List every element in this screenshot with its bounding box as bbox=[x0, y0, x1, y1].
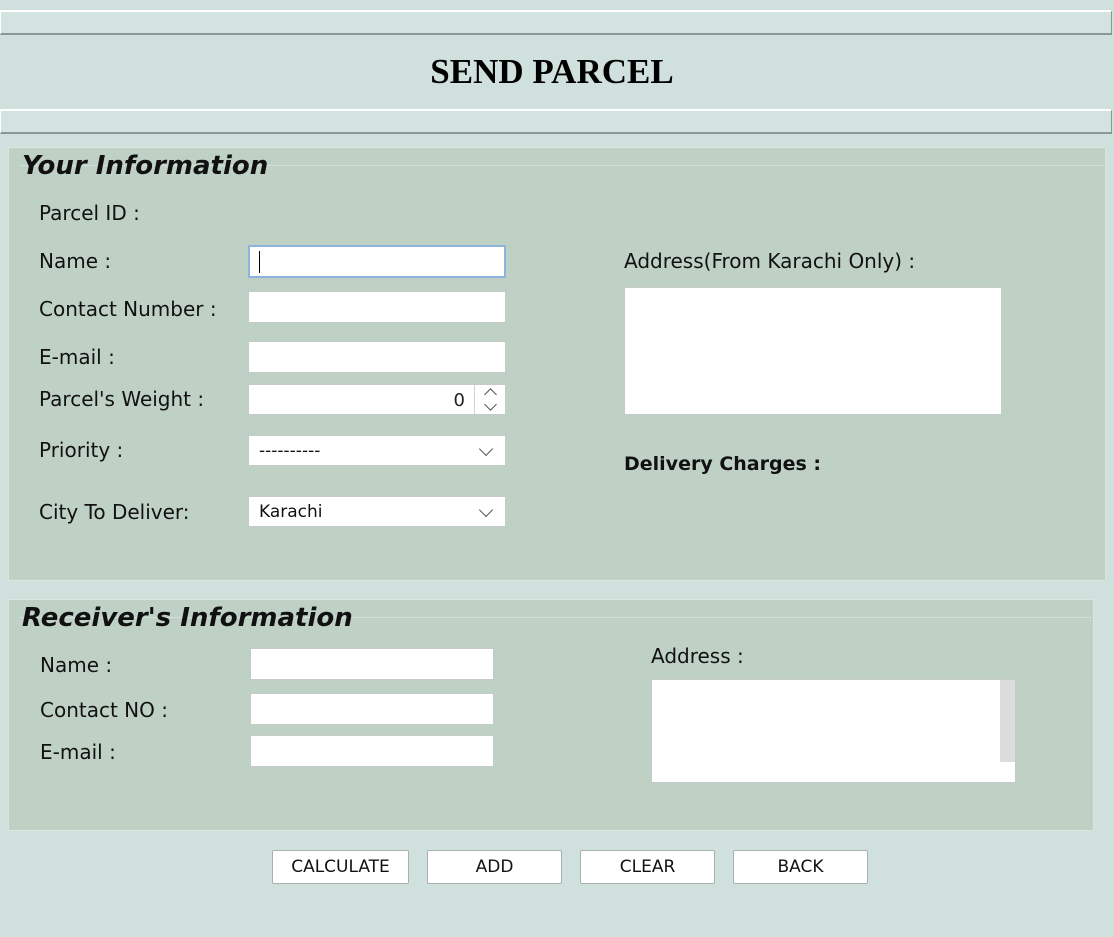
chevron-down-icon bbox=[478, 502, 494, 518]
calculate-button[interactable]: CALCULATE bbox=[272, 850, 409, 884]
sender-address-textarea[interactable] bbox=[624, 287, 1002, 415]
receiver-address-textarea[interactable] bbox=[651, 679, 1016, 783]
chevron-down-icon bbox=[478, 441, 494, 457]
receiver-address-label: Address : bbox=[651, 644, 744, 668]
sender-email-label: E-mail : bbox=[39, 345, 115, 369]
send-parcel-window: SEND PARCEL Your Information Parcel ID :… bbox=[0, 0, 1114, 937]
add-button[interactable]: ADD bbox=[427, 850, 562, 884]
city-label: City To Deliver: bbox=[39, 500, 190, 524]
text-cursor bbox=[259, 251, 260, 273]
receiver-email-input[interactable] bbox=[250, 735, 494, 767]
back-button[interactable]: BACK bbox=[733, 850, 868, 884]
parcel-weight-label: Parcel's Weight : bbox=[39, 387, 205, 411]
page-title: SEND PARCEL bbox=[430, 52, 674, 91]
sender-contact-label: Contact Number : bbox=[39, 297, 217, 321]
delivery-charges-label: Delivery Charges : bbox=[624, 453, 821, 475]
sender-name-input[interactable] bbox=[248, 245, 506, 278]
sender-email-input[interactable] bbox=[248, 341, 506, 373]
city-selected-value: Karachi bbox=[259, 502, 323, 522]
receiver-email-label: E-mail : bbox=[40, 740, 116, 764]
sender-panel-title: Your Information bbox=[22, 151, 269, 181]
sender-address-label: Address(From Karachi Only) : bbox=[624, 249, 916, 273]
parcel-weight-spinner[interactable]: 0 bbox=[248, 384, 506, 415]
sender-contact-input[interactable] bbox=[248, 291, 506, 323]
receiver-contact-input[interactable] bbox=[250, 693, 494, 725]
weight-spin-buttons[interactable] bbox=[474, 385, 505, 414]
parcel-id-label: Parcel ID : bbox=[39, 201, 140, 225]
receiver-panel-title: Receiver's Information bbox=[22, 603, 353, 633]
top-separator-bar bbox=[0, 10, 1112, 35]
bottom-separator-bar bbox=[0, 109, 1112, 134]
receiver-name-input[interactable] bbox=[250, 648, 494, 680]
priority-label: Priority : bbox=[39, 438, 124, 462]
sender-name-label: Name : bbox=[39, 249, 112, 273]
priority-selected-value: ---------- bbox=[259, 441, 321, 461]
city-select[interactable]: Karachi bbox=[248, 496, 506, 527]
chevron-down-icon[interactable] bbox=[483, 398, 497, 411]
clear-button[interactable]: CLEAR bbox=[580, 850, 715, 884]
receiver-contact-label: Contact NO : bbox=[40, 698, 168, 722]
receiver-name-label: Name : bbox=[40, 653, 113, 677]
vertical-scrollbar[interactable] bbox=[1000, 680, 1015, 762]
weight-value: 0 bbox=[453, 390, 465, 411]
priority-select[interactable]: ---------- bbox=[248, 435, 506, 466]
